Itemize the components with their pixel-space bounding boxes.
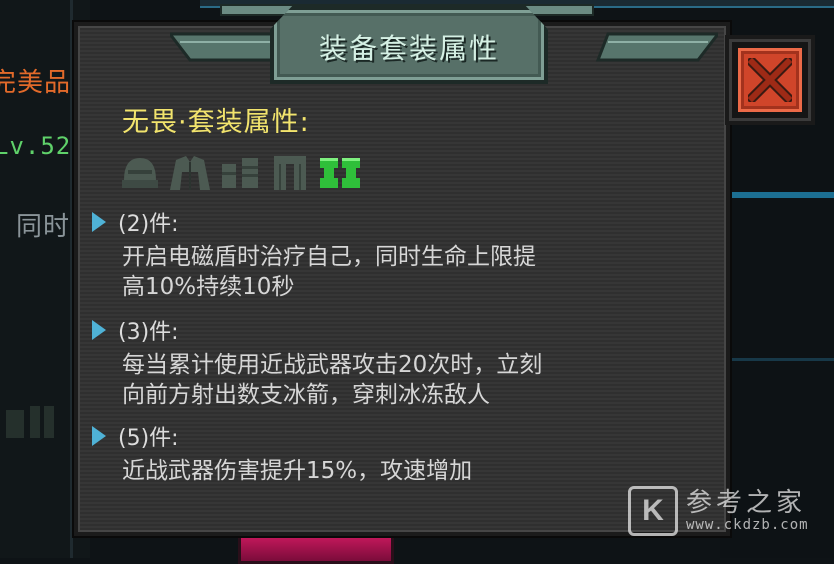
background-level-label: Lv.52	[0, 132, 72, 160]
tier-label: (2)件:	[118, 212, 179, 237]
tier-header: (5)件:	[92, 420, 682, 452]
title-plate: 装备套装属性	[270, 6, 548, 84]
set-name-heading: 无畏·套装属性:	[122, 107, 310, 138]
background-quality-label: 完美品	[0, 68, 72, 98]
tier-description-line: 近战武器伤害提升15%，攻速增加	[122, 458, 473, 484]
background-text-label: 同时	[16, 212, 71, 242]
set-bonus-tier-2: (2)件: 开启电磁盾时治疗自己，同时生命上限提 高10%持续10秒	[92, 206, 682, 302]
background-item-slot	[238, 534, 394, 564]
tier-description: 开启电磁盾时治疗自己，同时生命上限提 高10%持续10秒	[122, 242, 682, 302]
boots-icon	[320, 158, 360, 188]
site-watermark: K 参考之家 www.ckdzb.com	[628, 486, 809, 536]
tier-description-line: 向前方射出数支冰箭，穿刺冰冻敌人	[122, 382, 490, 408]
tier-header: (2)件:	[92, 206, 682, 238]
set-bonus-tier-5: (5)件: 近战武器伤害提升15%，攻速增加	[92, 420, 682, 486]
gloves-icon	[222, 158, 258, 188]
tier-label: (5)件:	[118, 426, 179, 451]
tier-description: 每当累计使用近战武器攻击20次时，立刻 向前方射出数支冰箭，穿刺冰冻敌人	[122, 350, 682, 410]
set-bonus-tier-3: (3)件: 每当累计使用近战武器攻击20次时，立刻 向前方射出数支冰箭，穿刺冰冻…	[92, 314, 682, 410]
watermark-logo-icon: K	[628, 486, 678, 536]
background-right-line	[720, 192, 834, 198]
bullet-triangle-icon	[92, 212, 106, 232]
background-equipment-icons	[0, 400, 70, 444]
close-x-icon	[748, 58, 792, 102]
pants-icon	[274, 156, 306, 190]
tier-description-line: 高10%持续10秒	[122, 274, 295, 300]
watermark-title: 参考之家	[686, 488, 807, 518]
tier-description-line: 每当累计使用近战武器攻击20次时，立刻	[122, 352, 543, 378]
background-right-line-2	[720, 358, 834, 361]
armor-icon	[170, 156, 210, 190]
bullet-triangle-icon	[92, 426, 106, 446]
tier-description: 近战武器伤害提升15%，攻速增加	[122, 456, 682, 486]
watermark-text-block: 参考之家 www.ckdzb.com	[686, 489, 809, 533]
tier-description-line: 开启电磁盾时治疗自己，同时生命上限提	[122, 244, 536, 270]
close-button-face[interactable]	[738, 48, 802, 112]
bullet-triangle-icon	[92, 320, 106, 340]
set-equipment-row	[118, 150, 362, 194]
dialog-title: 装备套装属性	[318, 32, 499, 65]
helmet-icon	[122, 158, 158, 188]
watermark-url: www.ckdzb.com	[686, 517, 809, 533]
tier-header: (3)件:	[92, 314, 682, 346]
tier-label: (3)件:	[118, 320, 179, 345]
close-button[interactable]	[725, 35, 815, 125]
